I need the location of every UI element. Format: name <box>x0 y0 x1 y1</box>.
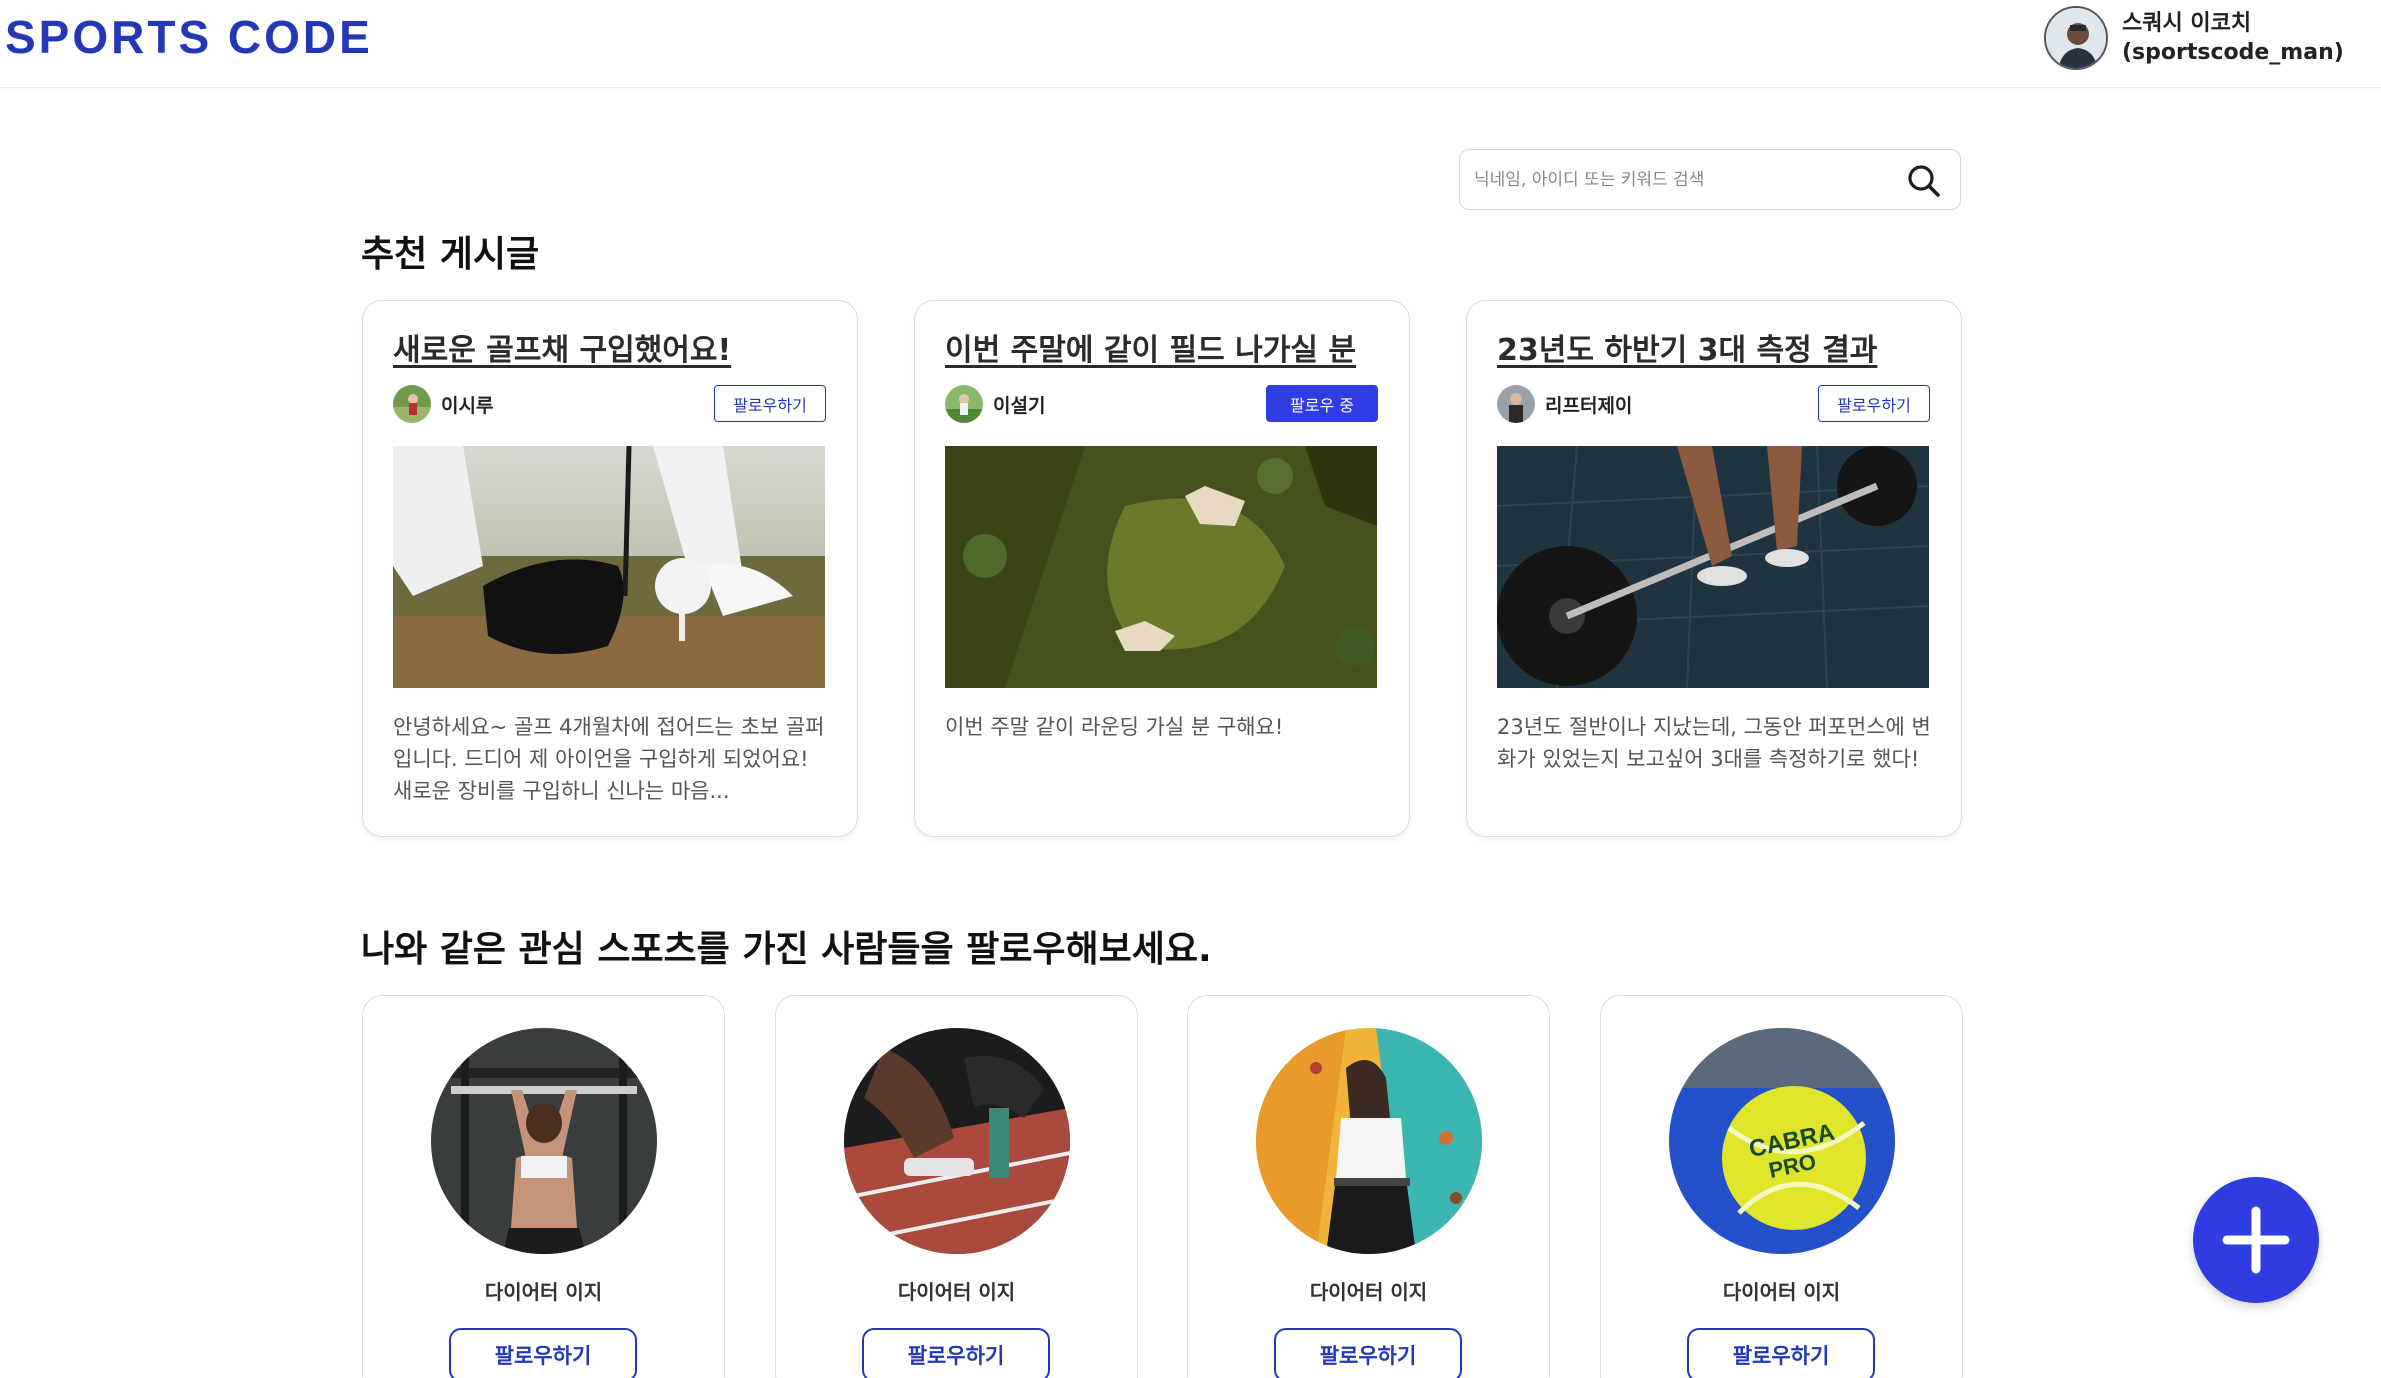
person-card[interactable]: 다이어터 이지 팔로우하기 <box>775 995 1138 1378</box>
search-input[interactable] <box>1474 160 1894 200</box>
post-image-deadlift <box>1497 446 1929 688</box>
post-author[interactable]: 리프터제이 <box>1497 385 1632 423</box>
person-name: 다이어터 이지 <box>897 1280 1016 1304</box>
search-icon[interactable] <box>1906 163 1942 199</box>
follow-button[interactable]: 팔로우하기 <box>1687 1328 1875 1378</box>
app-logo[interactable]: SPORTS CODE <box>5 10 373 64</box>
post-card[interactable]: 23년도 하반기 3대 측정 결과 리프터제이 팔로우하기 23년도 절반이나 … <box>1466 300 1962 837</box>
author-avatar <box>393 385 431 423</box>
follow-button[interactable]: 팔로우하기 <box>1818 385 1930 422</box>
post-body: 안녕하세요~ 골프 4개월차에 접어드는 초보 골퍼입니다. 드디어 제 아이언… <box>393 715 825 803</box>
post-image-golf-driver <box>393 446 825 688</box>
person-avatar <box>431 1028 657 1254</box>
follow-button[interactable]: 팔로우하기 <box>1274 1328 1462 1378</box>
following-button[interactable]: 팔로우 중 <box>1266 385 1378 422</box>
post-title[interactable]: 새로운 골프채 구입했어요! <box>393 325 731 369</box>
person-name: 다이어터 이지 <box>1309 1280 1428 1304</box>
post-card[interactable]: 새로운 골프채 구입했어요! 이시루 팔로우하기 안녕하세요~ 골프 4개월차에… <box>362 300 858 837</box>
post-title[interactable]: 23년도 하반기 3대 측정 결과 <box>1497 325 1877 369</box>
user-profile[interactable]: 스쿼시 이코치 (sportscode_man) <box>2044 6 2344 70</box>
person-name: 다이어터 이지 <box>484 1280 603 1304</box>
user-avatar <box>2044 6 2108 70</box>
recommended-section-title: 추천 게시글 <box>361 234 540 275</box>
user-id: (sportscode_man) <box>2122 40 2344 65</box>
person-avatar <box>1256 1028 1482 1254</box>
user-name: 스쿼시 이코치 <box>2122 11 2252 36</box>
follow-button[interactable]: 팔로우하기 <box>449 1328 637 1378</box>
post-image-golf-course <box>945 446 1377 688</box>
post-title[interactable]: 이번 주말에 같이 필드 나가실 분 <box>945 325 1356 369</box>
plus-icon <box>2222 1206 2290 1274</box>
follow-button[interactable]: 팔로우하기 <box>714 385 826 422</box>
post-author[interactable]: 이시루 <box>393 385 493 423</box>
post-body: 23년도 절반이나 지났는데, 그동안 퍼포먼스에 변화가 있었는지 보고싶어 … <box>1497 715 1931 771</box>
author-name: 이시루 <box>441 394 494 417</box>
add-post-button[interactable] <box>2193 1177 2319 1303</box>
top-header: SPORTS CODE 스쿼시 이코치 (sportscode_man) <box>0 0 2381 88</box>
people-section-title: 나와 같은 관심 스포츠를 가진 사람들을 팔로우해보세요. <box>361 929 1212 970</box>
author-avatar <box>1497 385 1535 423</box>
person-avatar <box>844 1028 1070 1254</box>
user-identity: 스쿼시 이코치 (sportscode_man) <box>2122 9 2344 67</box>
person-card[interactable]: 다이어터 이지 팔로우하기 <box>1187 995 1550 1378</box>
post-author[interactable]: 이설기 <box>945 385 1045 423</box>
post-card[interactable]: 이번 주말에 같이 필드 나가실 분 이설기 팔로우 중 이번 주말 같이 라운… <box>914 300 1410 837</box>
person-name: 다이어터 이지 <box>1722 1280 1841 1304</box>
follow-button[interactable]: 팔로우하기 <box>862 1328 1050 1378</box>
search-bar <box>1459 149 1961 210</box>
person-card[interactable]: 다이어터 이지 팔로우하기 <box>362 995 725 1378</box>
author-name: 이설기 <box>993 394 1046 417</box>
author-avatar <box>945 385 983 423</box>
post-body: 이번 주말 같이 라운딩 가실 분 구해요! <box>945 715 1284 739</box>
person-card[interactable]: CABRA PRO 다이어터 이지 팔로우하기 <box>1600 995 1963 1378</box>
person-avatar: CABRA PRO <box>1669 1028 1895 1254</box>
author-name: 리프터제이 <box>1545 394 1633 417</box>
